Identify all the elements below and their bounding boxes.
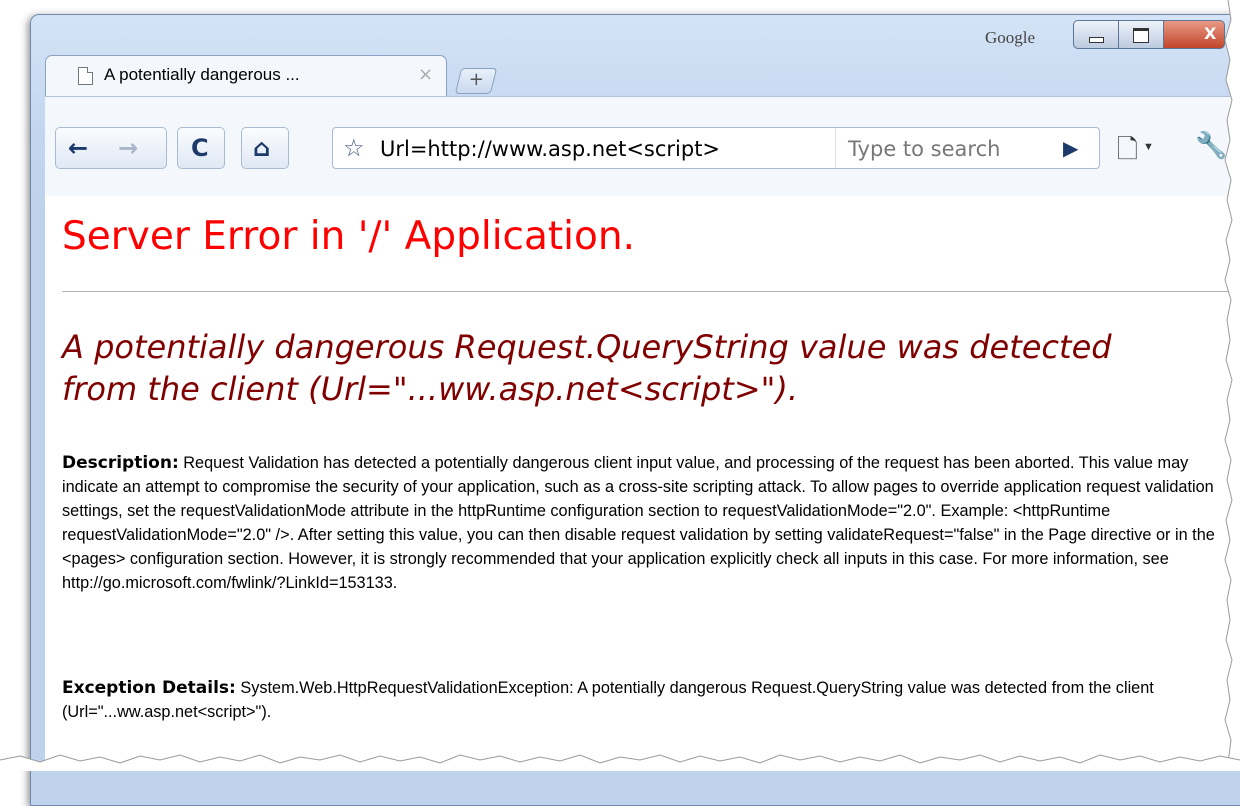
omnibox-divider <box>835 128 836 168</box>
home-icon: ⌂ <box>253 134 271 162</box>
page-menu-icon[interactable]: 🗋 <box>1117 131 1138 175</box>
page-title: Server Error in '/' Application. <box>62 214 635 259</box>
bookmark-star-icon[interactable]: ☆ <box>343 134 365 162</box>
close-icon: X <box>1204 24 1217 43</box>
tab-close-icon[interactable]: × <box>418 64 433 85</box>
description-label: Description: <box>62 453 179 473</box>
error-heading: A potentially dangerous Request.QueryStr… <box>62 328 1112 408</box>
plus-icon: + <box>468 69 484 90</box>
address-input[interactable]: Url=http://www.asp.net<script> <box>380 137 720 161</box>
home-button[interactable]: ⌂ <box>241 127 289 169</box>
exception-label: Exception Details: <box>62 678 236 698</box>
minimize-button[interactable] <box>1073 20 1119 49</box>
browser-brand-label: Google <box>985 28 1036 47</box>
tab-title: A potentially dangerous ... <box>104 65 300 84</box>
tab-active[interactable]: A potentially dangerous ... × <box>45 55 447 98</box>
description-paragraph: Description: Request Validation has dete… <box>62 451 1222 595</box>
address-bar[interactable]: ☆ Url=http://www.asp.net<script> Type to… <box>332 127 1100 169</box>
back-forward-group: ← → <box>55 127 167 169</box>
maximize-icon <box>1133 28 1149 43</box>
torn-edge-bottom <box>0 754 1240 771</box>
minimize-icon <box>1089 37 1104 43</box>
reload-button[interactable]: C <box>177 127 225 169</box>
page-icon <box>78 67 93 85</box>
browser-toolbar: ← → C ⌂ ☆ Url=http://www.asp.net<script>… <box>45 96 1240 201</box>
back-arrow-icon[interactable]: ← <box>68 134 88 162</box>
reload-icon: C <box>191 134 209 162</box>
search-input[interactable]: Type to search <box>848 137 1000 161</box>
maximize-button[interactable] <box>1118 20 1164 49</box>
torn-edge-right <box>1224 0 1240 771</box>
forward-arrow-icon[interactable]: → <box>118 134 138 162</box>
divider <box>62 291 1240 292</box>
description-text: Request Validation has detected a potent… <box>62 454 1215 592</box>
chevron-down-icon: ▼ <box>1143 141 1154 153</box>
close-window-button[interactable]: X <box>1163 20 1225 49</box>
page-content: Server Error in '/' Application. A poten… <box>45 196 1240 771</box>
new-tab-button[interactable]: + <box>454 68 498 94</box>
go-arrow-icon[interactable]: ▶ <box>1063 136 1078 160</box>
exception-paragraph: Exception Details: System.Web.HttpReques… <box>62 676 1222 724</box>
